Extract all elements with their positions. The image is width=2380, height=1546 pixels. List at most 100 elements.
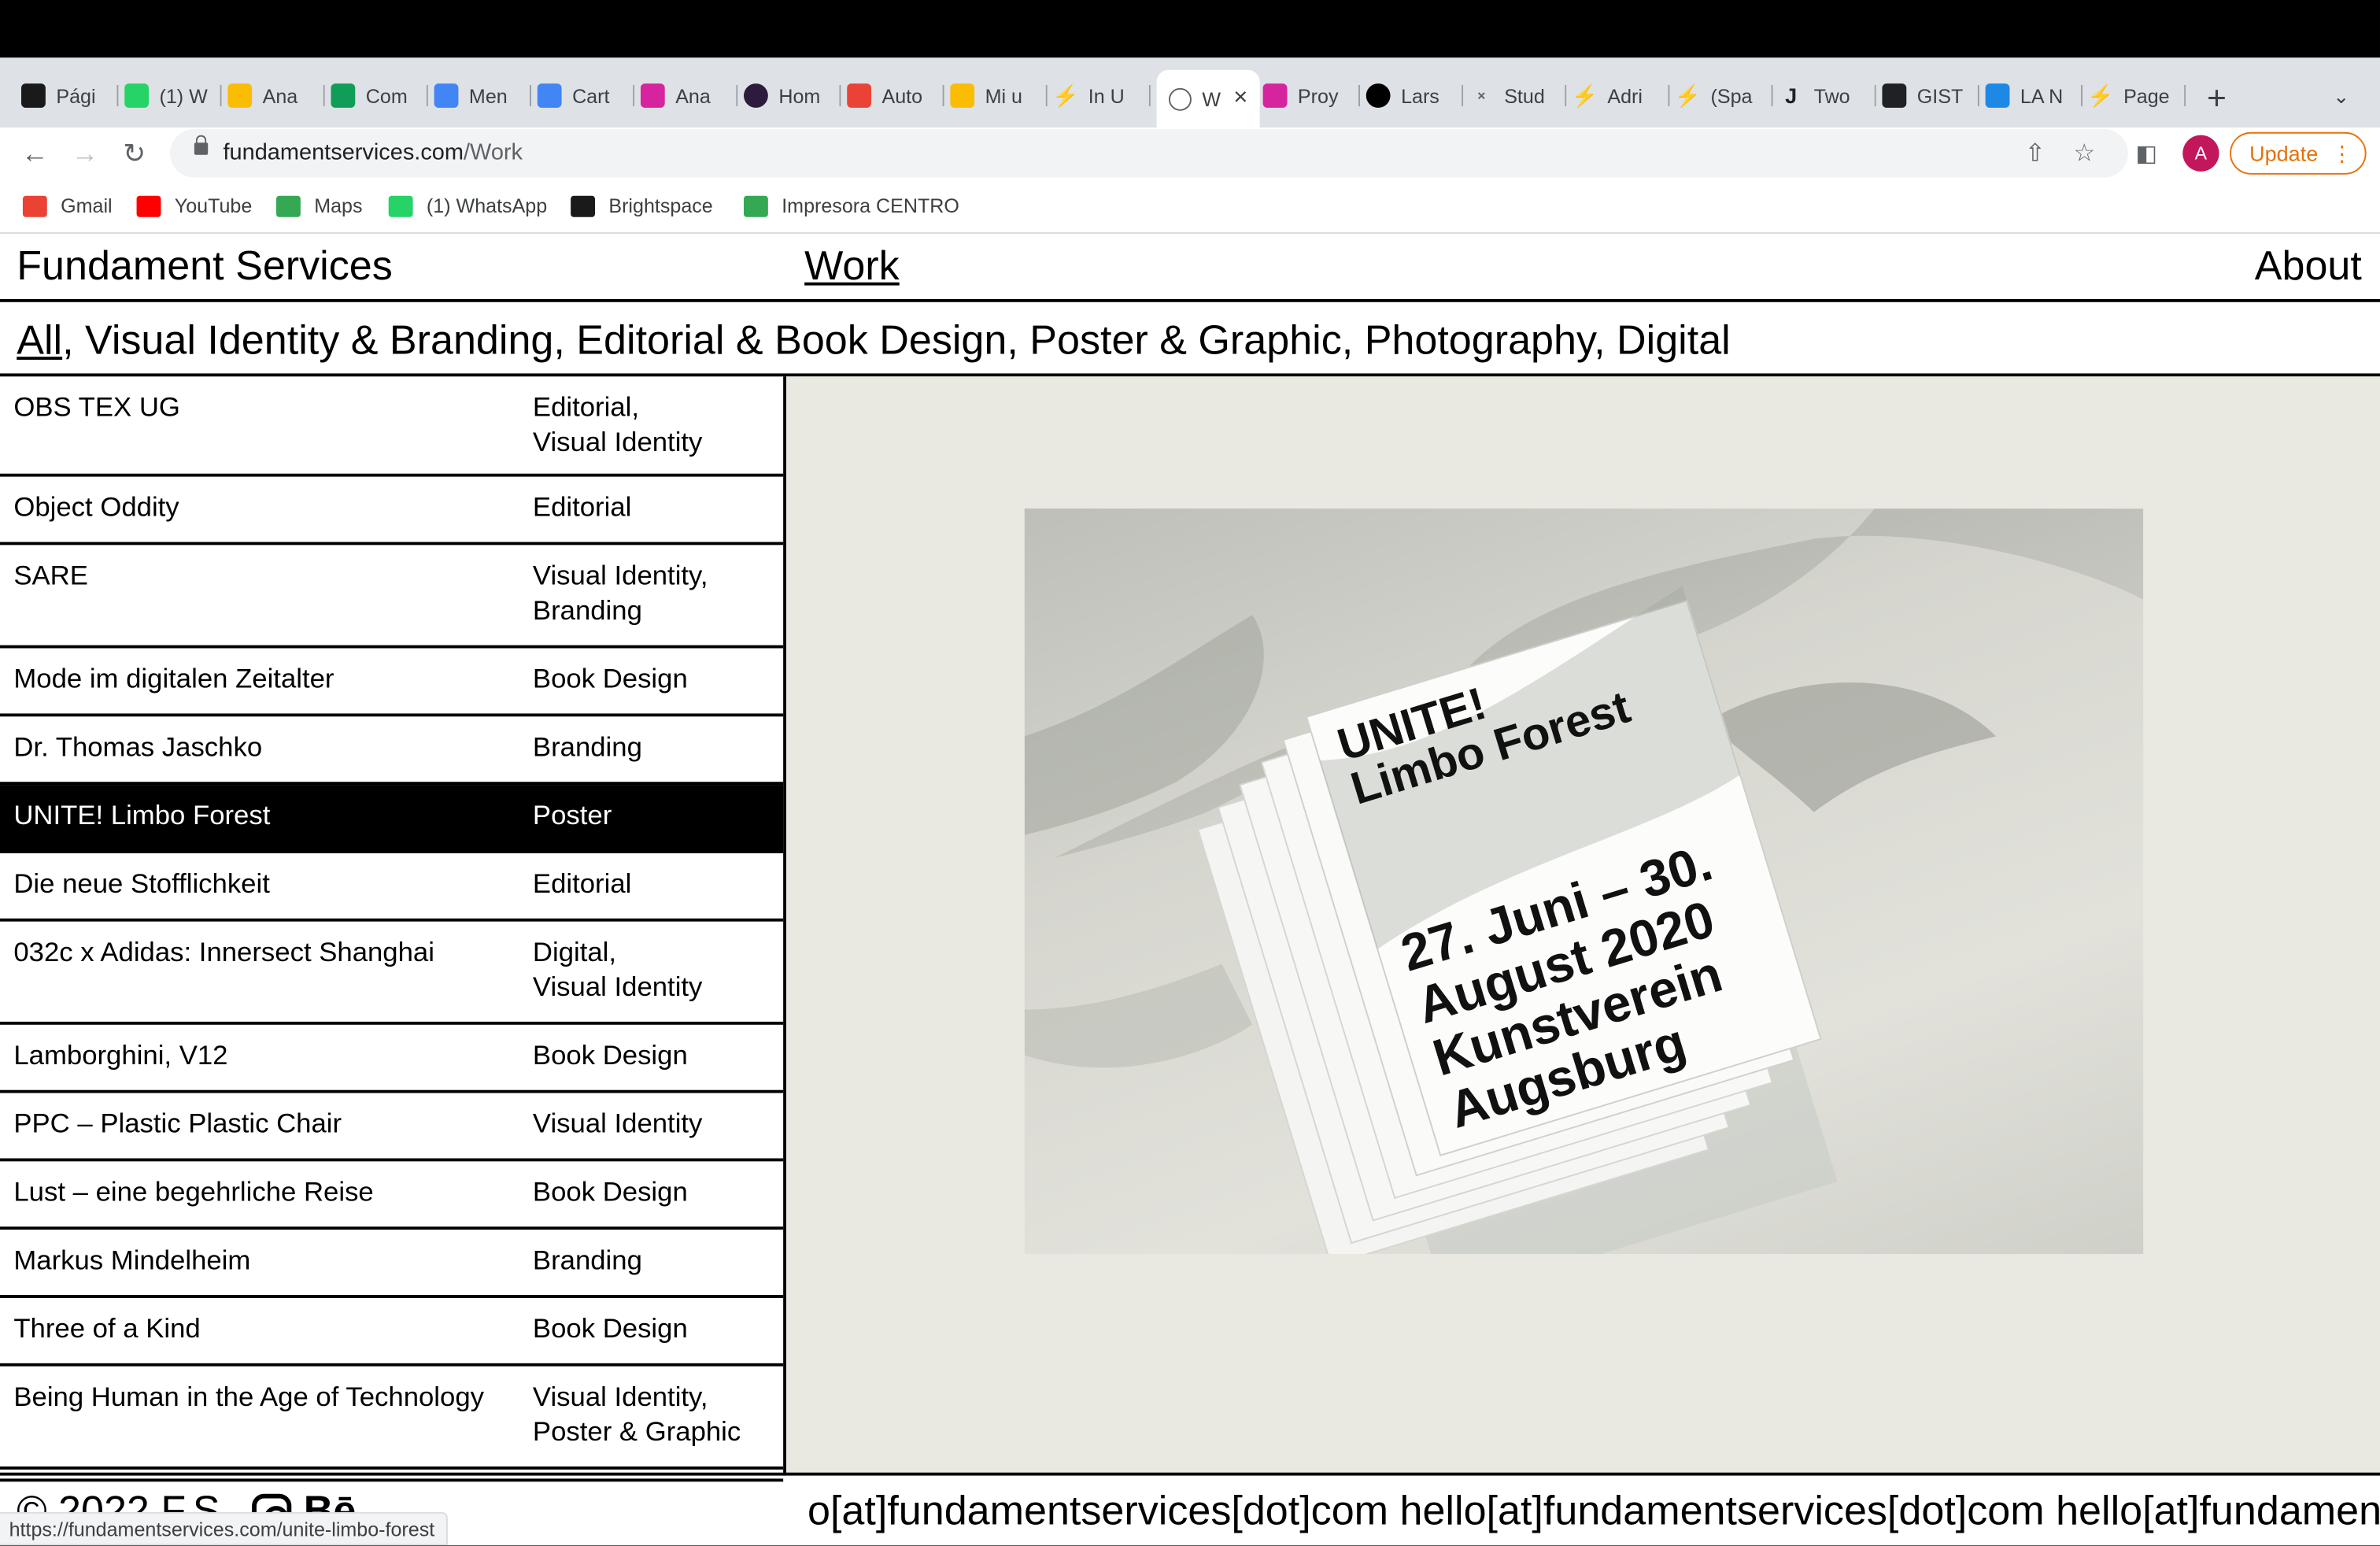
- tab-separator: [530, 84, 531, 106]
- bookmark-item[interactable]: Gmail: [22, 194, 113, 217]
- tab-title: Com: [365, 84, 408, 107]
- footer-email-marquee[interactable]: o[at]fundamentservices[dot]com hello[at]…: [808, 1488, 2380, 1535]
- bolt-icon: ⚡: [1053, 83, 1079, 107]
- browser-tab[interactable]: Cart: [537, 73, 635, 119]
- browser-tab[interactable]: GIST: [1882, 73, 1979, 119]
- tab-separator: [1565, 84, 1567, 106]
- bookmark-label: Impresora CENTRO: [782, 194, 959, 217]
- bookmark-label: (1) WhatsApp: [426, 194, 548, 217]
- project-row[interactable]: PPC – Plastic Plastic Chair Visual Identi…: [0, 1093, 784, 1162]
- url-text[interactable]: fundamentservices.com/Work: [223, 139, 523, 165]
- browser-tab[interactable]: Ana: [640, 73, 738, 119]
- bookmark-item[interactable]: Impresora CENTRO: [743, 194, 959, 217]
- project-row[interactable]: Lamborghini, V12 Book Design: [0, 1025, 784, 1093]
- tab-title: Auto: [881, 84, 923, 107]
- browser-tab[interactable]: ⚡ In U: [1053, 73, 1151, 119]
- poster-stack-illustration: UNITE! Limbo Forest 27. Juni – 30. Augus…: [1024, 509, 2144, 1254]
- more-menu-icon[interactable]: ⋮: [2331, 134, 2352, 173]
- site-title[interactable]: Fundament Services: [17, 243, 393, 290]
- project-category-line: Visual Identity: [532, 971, 703, 1002]
- project-category: Book Design: [533, 662, 776, 697]
- filter-list[interactable]: , Visual Identity & Branding, Editorial …: [62, 317, 1731, 363]
- browser-tab[interactable]: ⚡ Page: [2089, 73, 2186, 119]
- project-category-line: Poster & Graphic: [532, 1416, 741, 1447]
- bookmark-item[interactable]: Maps: [275, 194, 363, 217]
- browser-tab[interactable]: Hom: [743, 73, 841, 119]
- project-category: Editorial: [533, 490, 776, 525]
- tab-title: Ana: [262, 84, 298, 107]
- project-row[interactable]: Markus Mindelheim Branding: [0, 1230, 784, 1298]
- new-tab-button[interactable]: +: [2207, 79, 2227, 118]
- project-category-line: Book Design: [532, 1176, 688, 1208]
- browser-tab[interactable]: Pági: [20, 73, 119, 119]
- filter-all-link[interactable]: All: [17, 317, 62, 363]
- update-button[interactable]: Update ⋮: [2230, 131, 2367, 175]
- forward-icon[interactable]: →: [72, 138, 99, 169]
- side-panel-icon[interactable]: ◧: [2135, 139, 2156, 167]
- browser-tab[interactable]: Com: [331, 73, 428, 119]
- nav-about-link[interactable]: About: [2255, 243, 2362, 290]
- share-icon[interactable]: ⇧: [2025, 138, 2046, 168]
- tab-title: W: [1202, 87, 1221, 110]
- browser-tab[interactable]: W ×: [1156, 69, 1260, 128]
- globe-icon: [1985, 83, 2010, 108]
- browser-tab[interactable]: LA N: [1985, 73, 2082, 119]
- project-row[interactable]: Mode im digitalen Zeitalter Book Design: [0, 648, 784, 717]
- project-category-line: Branding: [532, 731, 642, 763]
- project-row[interactable]: Being Human in the Age of Technology Visu…: [0, 1367, 784, 1470]
- browser-tab[interactable]: Mi u: [950, 73, 1048, 119]
- project-row[interactable]: Dr. Thomas Jaschko Branding: [0, 716, 784, 786]
- address-bar[interactable]: fundamentservices.com/Work ⇧ ☆: [169, 128, 2128, 178]
- tab-separator: [942, 84, 944, 106]
- bolt-icon: ⚡: [1676, 83, 1702, 107]
- browser-tab[interactable]: Ana: [227, 73, 325, 119]
- browser-tab[interactable]: ⚡ Adri: [1572, 73, 1670, 119]
- browser-tab[interactable]: (1) W: [124, 73, 222, 119]
- printer-icon: [743, 194, 768, 216]
- project-category: Poster: [533, 798, 776, 833]
- gmail-icon: [847, 83, 871, 108]
- project-name: Object Oddity: [13, 491, 179, 523]
- nav-work-link[interactable]: Work: [804, 243, 900, 290]
- bookmark-item[interactable]: (1) WhatsApp: [388, 194, 548, 217]
- bookmark-item[interactable]: Brightspace: [571, 194, 713, 217]
- tab-separator: [1462, 84, 1464, 106]
- browser-tab[interactable]: Proy: [1262, 73, 1360, 119]
- tab-separator: [736, 84, 738, 106]
- project-row[interactable]: Three of a Kind Book Design: [0, 1298, 784, 1367]
- project-row[interactable]: SARE Visual Identity, Branding: [0, 545, 784, 649]
- j-icon: J: [1785, 83, 1798, 108]
- bookmark-label: YouTube: [174, 194, 253, 217]
- tab-search-chevron-icon[interactable]: ⌄: [2333, 85, 2349, 109]
- docs-icon: [434, 83, 459, 108]
- profile-avatar[interactable]: A: [2182, 135, 2219, 172]
- browser-tab[interactable]: ⚡ (Spa: [1676, 73, 1773, 119]
- project-row[interactable]: 032c x Adidas: Innersect Shanghai Digital…: [0, 922, 784, 1025]
- back-icon[interactable]: ←: [21, 138, 49, 169]
- project-preview-image[interactable]: UNITE! Limbo Forest 27. Juni – 30. Augus…: [1024, 509, 2144, 1254]
- close-tab-icon[interactable]: ×: [1233, 85, 1247, 113]
- bookmark-label: Gmail: [61, 194, 113, 217]
- project-row[interactable]: Die neue Stofflichkeit Editorial: [0, 853, 784, 922]
- browser-tab[interactable]: Lars: [1366, 73, 1464, 119]
- project-name: Markus Mindelheim: [13, 1245, 251, 1275]
- browser-tab[interactable]: × Stud: [1469, 73, 1567, 119]
- tab-title: Pági: [56, 84, 96, 107]
- whatsapp-icon: [388, 194, 413, 216]
- lock-icon: [194, 135, 209, 155]
- project-row[interactable]: OBS TEX UG Editorial, Visual Identity: [0, 376, 784, 477]
- project-row[interactable]: Lust – eine begehrliche Reise Book Design: [0, 1161, 784, 1230]
- project-category-line: Poster: [532, 800, 612, 830]
- project-row[interactable]: Object Oddity Editorial: [0, 477, 784, 546]
- bookmark-item[interactable]: YouTube: [136, 194, 253, 217]
- browser-tab[interactable]: J Two: [1779, 73, 1876, 119]
- browser-tab[interactable]: Men: [434, 73, 531, 119]
- browser-tab[interactable]: Auto: [847, 73, 944, 119]
- footer-divider: [0, 1472, 2380, 1476]
- instagram-icon: [640, 83, 665, 108]
- project-category: Editorial, Visual Identity: [533, 390, 776, 460]
- bookmark-star-icon[interactable]: ☆: [2073, 138, 2095, 168]
- docs-icon: [537, 83, 562, 108]
- reload-icon[interactable]: ↻: [123, 138, 146, 169]
- project-row[interactable]: UNITE! Limbo Forest Poster: [0, 785, 784, 853]
